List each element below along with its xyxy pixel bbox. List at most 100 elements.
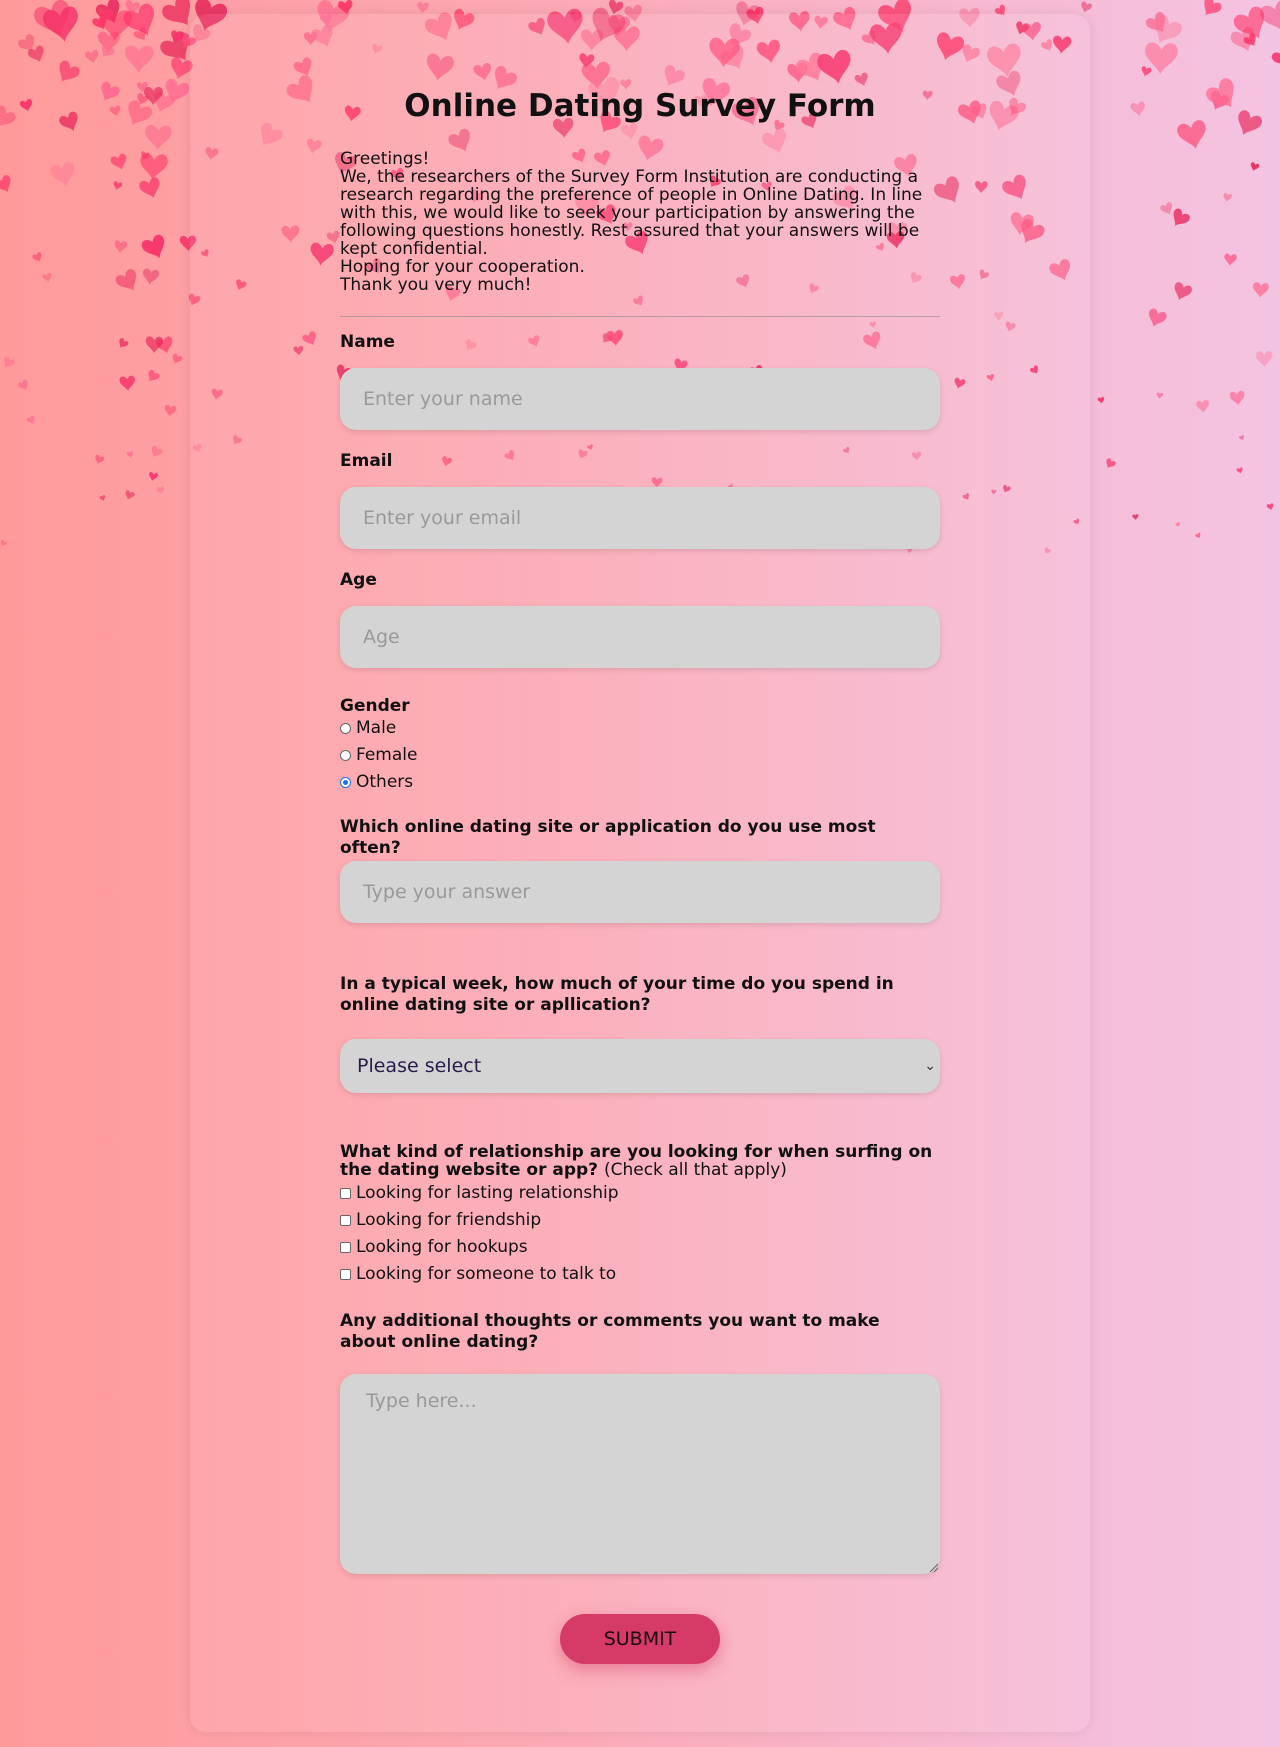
relationship-option-label: Looking for lasting relationship [356, 1183, 619, 1203]
heart-icon [98, 7, 114, 23]
heart-icon [154, 91, 175, 113]
heart-icon [113, 181, 123, 190]
heart-icon [110, 153, 127, 170]
heart-icon [119, 338, 129, 348]
checkbox[interactable] [340, 1187, 351, 1199]
heart-icon [155, 336, 173, 354]
heart-icon [1230, 26, 1255, 52]
relationship-option-talk[interactable]: Looking for someone to talk to [340, 1263, 616, 1285]
comments-textarea[interactable]: Type here... [340, 1374, 940, 1574]
relationship-option-friendship[interactable]: Looking for friendship [340, 1209, 541, 1231]
gender-option-others[interactable]: Others [340, 771, 413, 793]
intro-hope: Hoping for your cooperation. [340, 257, 585, 277]
heart-icon [95, 0, 120, 24]
heart-icon [1081, 1, 1092, 13]
gender-option-label: Others [356, 772, 414, 792]
email-label: Email [340, 451, 393, 471]
checkbox[interactable] [340, 1214, 351, 1226]
heart-icon [1154, 14, 1182, 44]
heart-icon [172, 353, 183, 364]
heart-icon [0, 175, 11, 193]
heart-icon [125, 490, 135, 500]
time-select[interactable]: Please select ⌄ [340, 1039, 940, 1093]
heart-icon [1141, 66, 1152, 77]
heart-icon [417, 1, 429, 14]
heart-icon [1097, 396, 1105, 404]
heart-icon [1253, 282, 1269, 298]
heart-icon [50, 161, 75, 187]
heart-icon [92, 14, 107, 30]
heart-icon [59, 111, 78, 131]
heart-icon [27, 45, 44, 63]
relationship-question: What kind of relationship are you lookin… [340, 1143, 940, 1179]
heart-icon [19, 99, 33, 112]
heart-icon [99, 9, 132, 41]
heart-icon [1238, 435, 1244, 441]
heart-icon [171, 30, 184, 44]
age-label: Age [340, 570, 377, 590]
comments-question: Any additional thoughts or comments you … [340, 1311, 880, 1352]
divider [340, 316, 940, 317]
heart-icon [1266, 503, 1274, 511]
heart-icon [123, 3, 155, 36]
heart-icon [1145, 11, 1166, 33]
heart-icon [1160, 202, 1173, 215]
heart-icon [148, 369, 160, 382]
heart-icon [1271, 46, 1280, 67]
relationship-option-lasting[interactable]: Looking for lasting relationship [340, 1182, 619, 1204]
heart-icon [1145, 42, 1178, 75]
heart-icon [1149, 308, 1167, 327]
heart-icon [18, 379, 28, 390]
heart-icon [0, 105, 16, 128]
radio-button[interactable] [340, 749, 351, 761]
heart-icon [1255, 351, 1273, 368]
heart-icon [141, 234, 165, 259]
heart-icon [1130, 101, 1145, 117]
heart-icon [119, 375, 135, 392]
heart-icon [115, 268, 137, 291]
radio-button-selected[interactable] [340, 776, 351, 788]
intro-thanks: Thank you very much! [340, 275, 532, 295]
heart-icon [1106, 458, 1116, 469]
submit-button[interactable]: SUBMIT [560, 1614, 720, 1664]
heart-icon [145, 336, 164, 354]
intro-body: We, the researchers of the Survey Form I… [340, 167, 923, 259]
site-question: Which online dating site or application … [340, 817, 876, 858]
heart-icon [34, 0, 70, 37]
heart-icon [128, 100, 152, 126]
checkbox[interactable] [340, 1241, 351, 1253]
heart-icon [3, 356, 15, 368]
heart-icon [1156, 392, 1164, 399]
relationship-option-label: Looking for hookups [356, 1237, 528, 1257]
heart-icon [59, 60, 80, 82]
heart-icon [1173, 208, 1190, 226]
age-input[interactable]: Age [340, 606, 940, 668]
heart-icon [32, 252, 42, 262]
heart-icon [1206, 78, 1234, 108]
name-label: Name [340, 332, 395, 352]
site-input[interactable]: Type your answer [340, 861, 940, 923]
heart-icon [1250, 162, 1260, 172]
relationship-option-hookups[interactable]: Looking for hookups [340, 1236, 528, 1258]
gender-option-label: Male [356, 718, 397, 738]
heart-icon [1177, 120, 1206, 150]
heart-icon [109, 105, 121, 117]
heart-icon [97, 31, 120, 53]
heart-icon [137, 93, 149, 105]
checkbox[interactable] [340, 1268, 351, 1280]
gender-option-female[interactable]: Female [340, 744, 417, 766]
relationship-option-label: Looking for someone to talk to [356, 1264, 617, 1284]
time-question: In a typical week, how much of your time… [340, 974, 894, 1015]
heart-icon [99, 495, 106, 501]
heart-icon [1204, 0, 1222, 16]
radio-button[interactable] [340, 722, 351, 734]
heart-icon [114, 240, 128, 254]
resize-handle-icon[interactable] [928, 1562, 938, 1572]
heart-icon [1236, 467, 1243, 474]
heart-icon [43, 6, 78, 42]
gender-option-male[interactable]: Male [340, 717, 396, 739]
name-input[interactable]: Enter your name [340, 368, 940, 430]
heart-icon [1233, 6, 1265, 39]
heart-icon [42, 273, 52, 282]
email-input[interactable]: Enter your email [340, 487, 940, 549]
